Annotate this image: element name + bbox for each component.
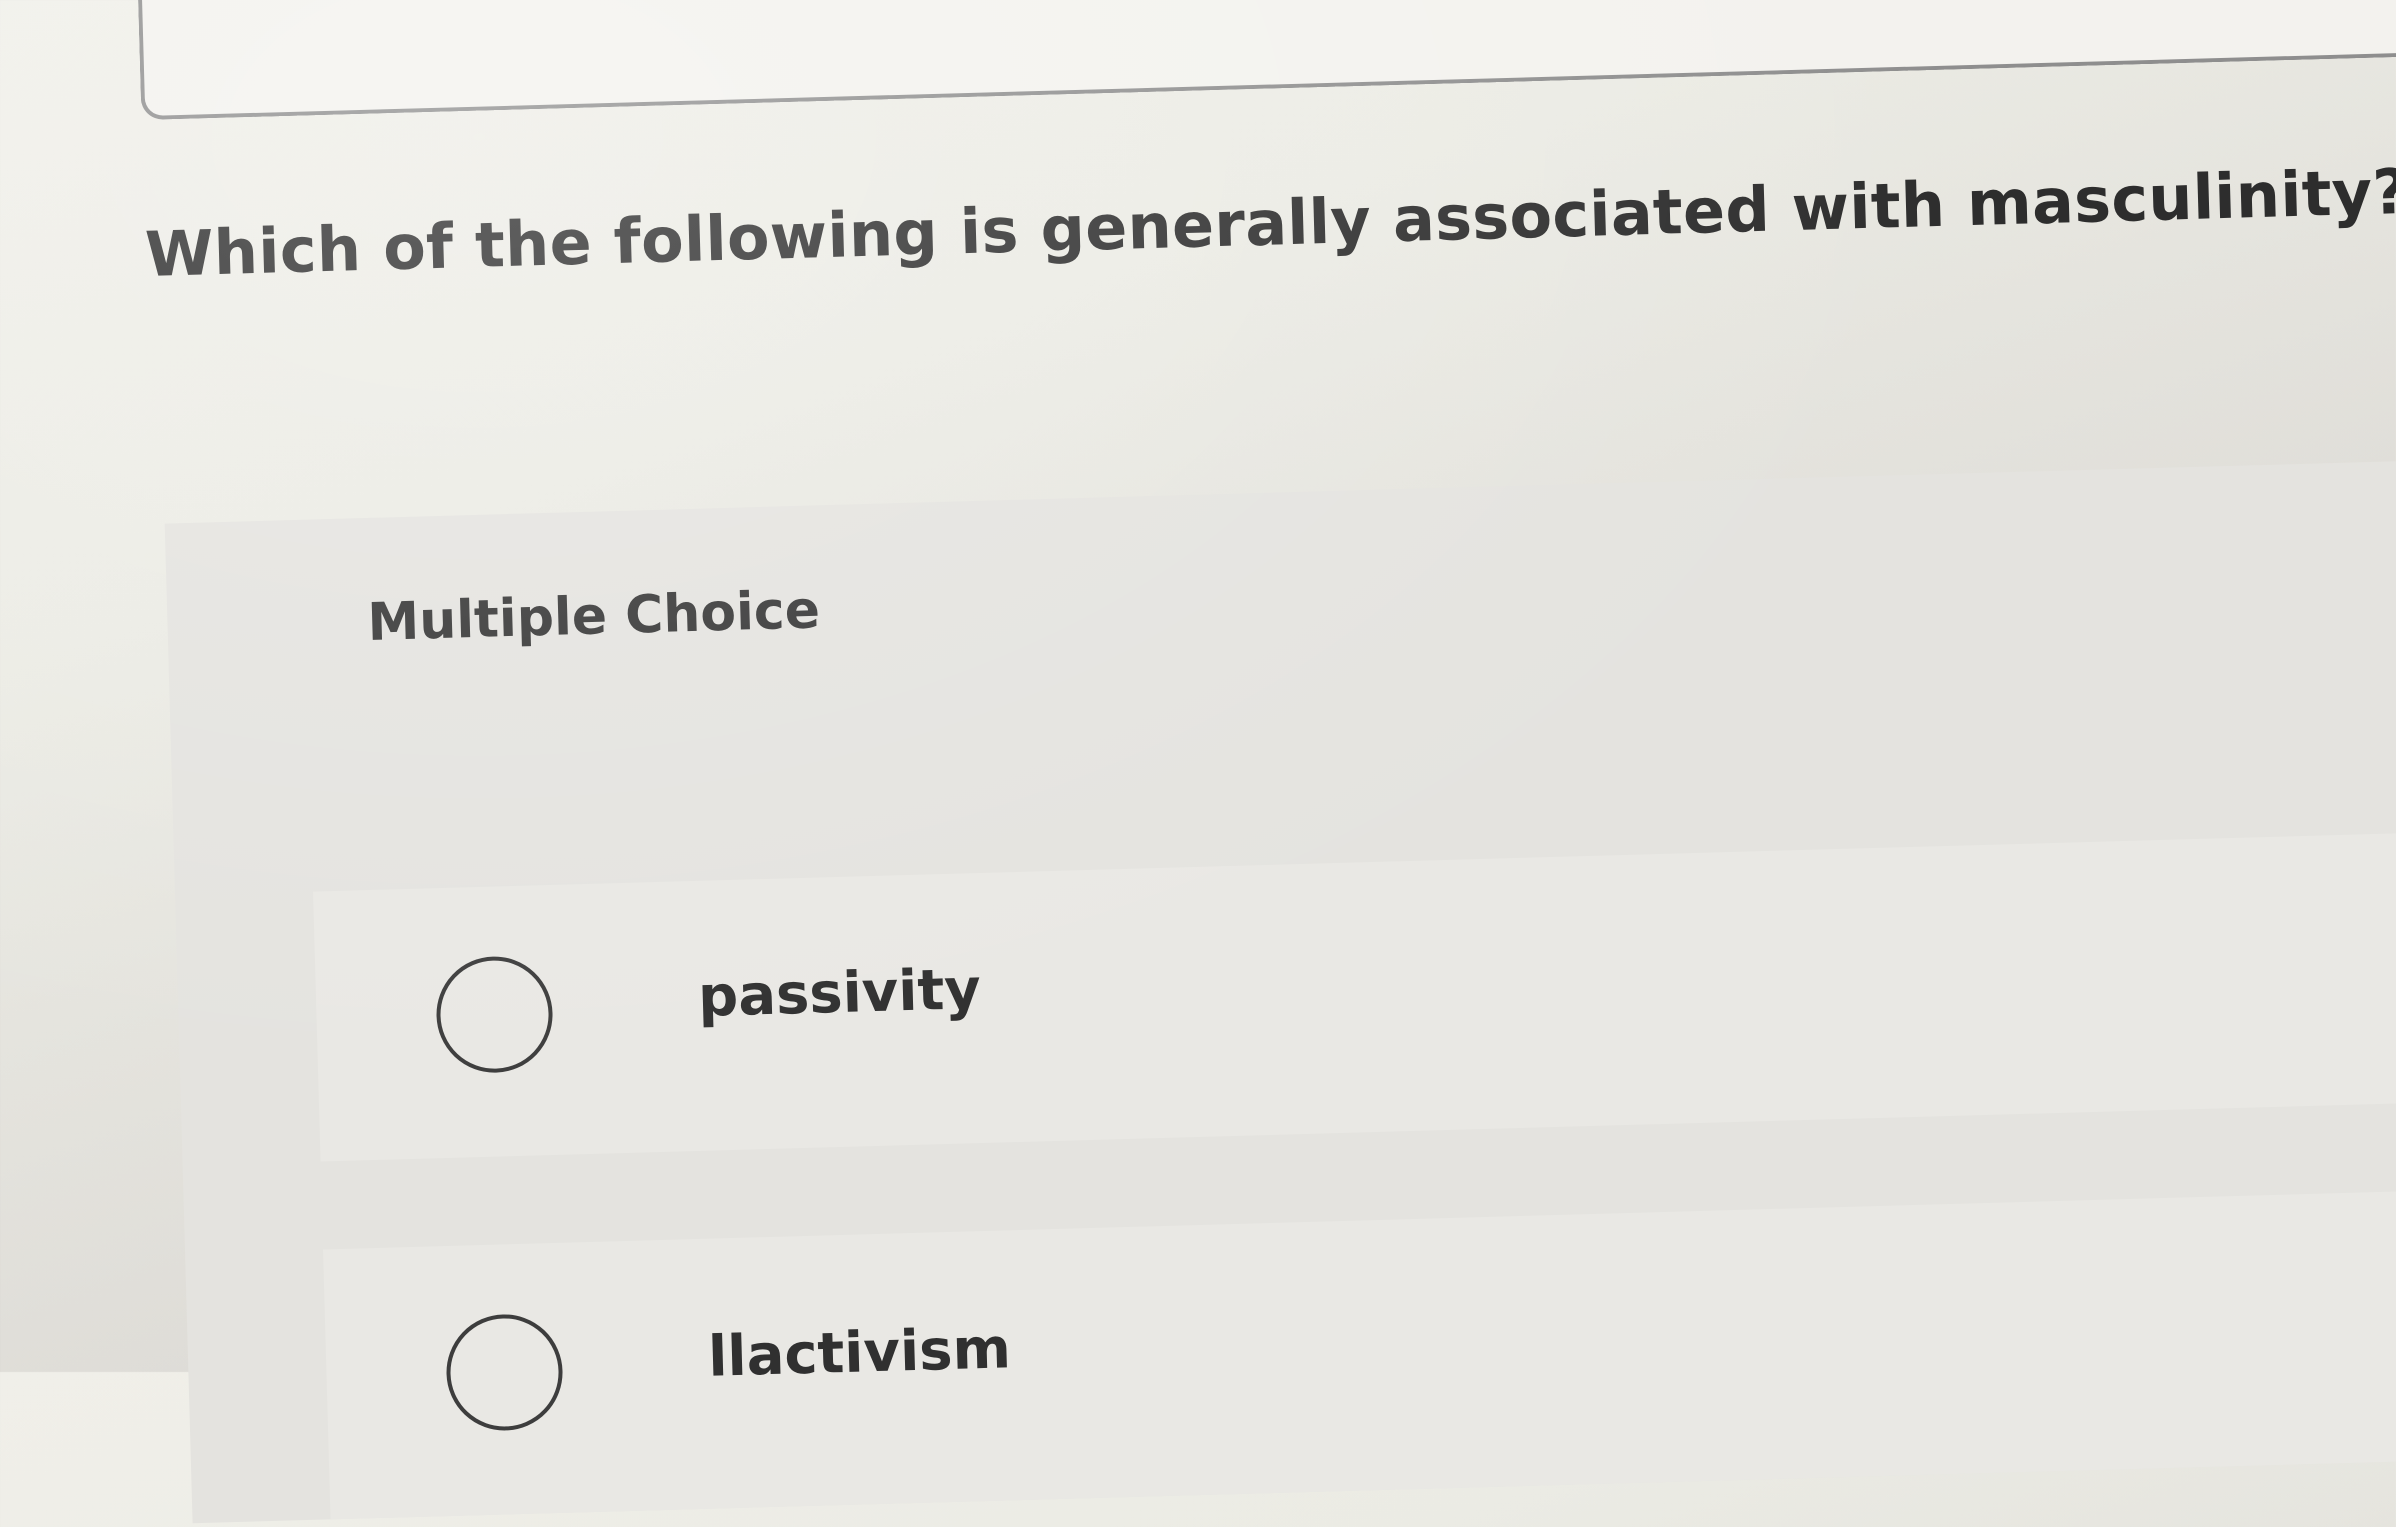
option-label: llactivism — [707, 1316, 1012, 1390]
radio-button-icon[interactable] — [444, 1312, 565, 1433]
radio-button-icon[interactable] — [434, 954, 555, 1075]
choice-panel: Multiple Choice passivity llactivism — [164, 459, 2396, 1524]
option-label: passivity — [697, 957, 982, 1030]
quiz-page: Which of the following is generally asso… — [0, 0, 2396, 1524]
option-passivity[interactable]: passivity — [313, 830, 2396, 1162]
question-type-label: Multiple Choice — [366, 580, 821, 653]
answer-input-box[interactable] — [137, 0, 2396, 121]
question-text: Which of the following is generally asso… — [144, 154, 2396, 292]
option-activism[interactable]: llactivism — [323, 1188, 2396, 1520]
